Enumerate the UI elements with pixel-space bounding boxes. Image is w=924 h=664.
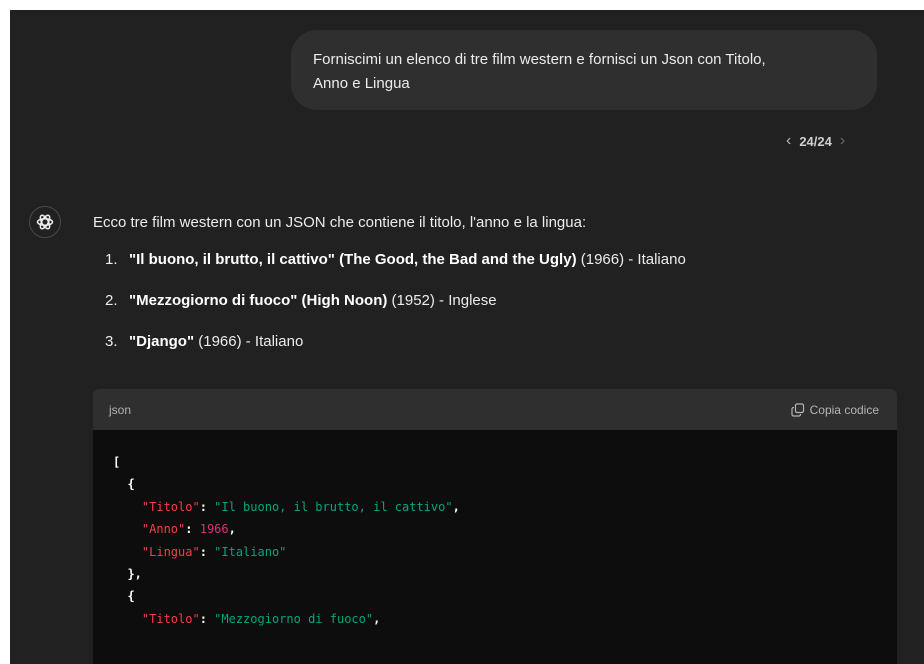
film-title: "Mezzogiorno di fuoco" bbox=[129, 292, 298, 309]
film-list-item: 1. "Il buono, il brutto, il cattivo" (Th… bbox=[93, 250, 913, 270]
json-key: "Titolo" bbox=[141, 611, 200, 626]
code-block-header: json Copia codice bbox=[93, 389, 897, 430]
json-number-value: 1966 bbox=[199, 522, 229, 537]
film-details: (1966) - Italiano bbox=[580, 251, 686, 268]
film-title: "Django" bbox=[129, 333, 195, 350]
json-key: "Anno" bbox=[141, 522, 186, 537]
json-colon: : bbox=[185, 522, 200, 537]
chevron-left-icon[interactable]: ‹ bbox=[786, 132, 791, 150]
film-title: "Il buono, il brutto, il cattivo" bbox=[129, 251, 335, 268]
film-details: (1952) - Inglese bbox=[391, 292, 497, 309]
json-colon: : bbox=[199, 611, 215, 626]
code-line: "Lingua": "Italiano" bbox=[113, 541, 897, 563]
json-string-value: "Mezzogiorno di fuoco" bbox=[214, 611, 374, 626]
user-message-line-2: Anno e Lingua bbox=[313, 75, 410, 92]
json-colon: : bbox=[199, 499, 215, 514]
json-bracket: [ bbox=[113, 455, 121, 469]
pager-count: 24/24 bbox=[799, 133, 832, 149]
code-line: { bbox=[113, 585, 897, 607]
user-message-bubble: Forniscimi un elenco di tre film western… bbox=[291, 30, 877, 110]
copy-code-button[interactable]: Copia codice bbox=[791, 403, 879, 417]
film-number: 2. bbox=[105, 292, 118, 309]
chat-window: Forniscimi un elenco di tre film western… bbox=[10, 10, 924, 664]
code-line: [ bbox=[113, 451, 897, 473]
json-key: "Lingua" bbox=[141, 544, 200, 559]
film-list: 1. "Il buono, il brutto, il cattivo" (Th… bbox=[93, 250, 913, 352]
film-list-item: 2. "Mezzogiorno di fuoco" (High Noon) (1… bbox=[93, 291, 913, 311]
film-list-item: 3. "Django" (1966) - Italiano bbox=[93, 332, 913, 352]
film-number: 3. bbox=[105, 333, 118, 350]
json-string-value: "Italiano" bbox=[214, 544, 287, 559]
openai-logo-icon bbox=[36, 214, 54, 230]
code-line: "Titolo": "Mezzogiorno di fuoco", bbox=[113, 608, 897, 630]
code-language-label: json bbox=[109, 402, 132, 417]
response-pager: ‹ 24/24 › bbox=[786, 132, 845, 150]
json-brace: { bbox=[127, 589, 135, 604]
copy-code-label: Copia codice bbox=[809, 402, 879, 417]
assistant-message: Ecco tre film western con un JSON che co… bbox=[93, 213, 913, 352]
film-english-title: (The Good, the Bad and the Ugly) bbox=[339, 251, 577, 268]
code-line: "Titolo": "Il buono, il brutto, il catti… bbox=[113, 496, 897, 518]
code-line: }, bbox=[113, 563, 897, 585]
chevron-right-icon[interactable]: › bbox=[840, 132, 845, 150]
film-details: (1966) - Italiano bbox=[198, 333, 304, 350]
json-string-value: "Il buono, il brutto, il cattivo" bbox=[214, 499, 453, 514]
json-key: "Titolo" bbox=[141, 499, 200, 514]
json-comma: , bbox=[452, 499, 460, 514]
copy-icon bbox=[791, 402, 804, 417]
json-comma: , bbox=[228, 522, 236, 537]
code-block: json Copia codice [ { "Titolo": "Il buon… bbox=[93, 389, 897, 664]
json-brace: }, bbox=[127, 566, 142, 581]
json-colon: : bbox=[199, 544, 215, 559]
code-line: { bbox=[113, 473, 897, 495]
json-comma: , bbox=[373, 611, 381, 626]
assistant-intro: Ecco tre film western con un JSON che co… bbox=[93, 214, 587, 231]
json-brace: { bbox=[127, 477, 135, 492]
film-number: 1. bbox=[105, 251, 118, 268]
code-content: [ { "Titolo": "Il buono, il brutto, il c… bbox=[93, 430, 897, 630]
user-message-line-1: Forniscimi un elenco di tre film western… bbox=[313, 51, 766, 68]
code-line: "Anno": 1966, bbox=[113, 518, 897, 540]
assistant-avatar bbox=[29, 206, 61, 238]
film-english-title: (High Noon) bbox=[301, 292, 388, 309]
